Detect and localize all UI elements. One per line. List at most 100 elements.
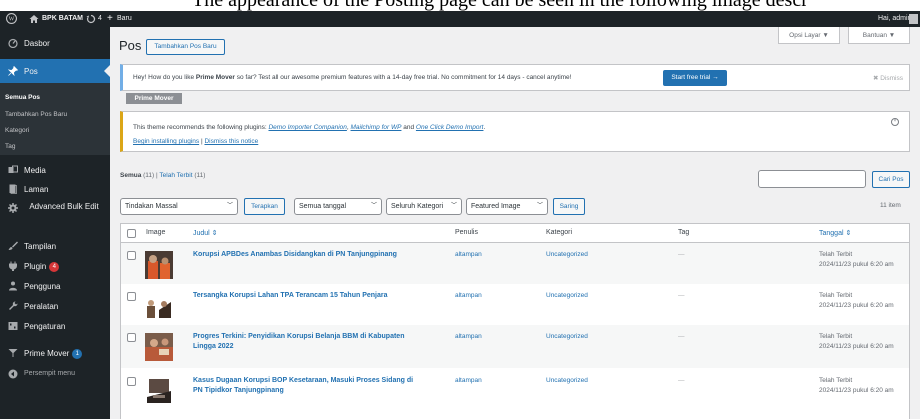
submenu-tags[interactable]: Tag: [0, 143, 110, 150]
post-title-link[interactable]: Progres Terkini: Penyidikan Korupsi Bela…: [193, 333, 404, 340]
demo-importer-link[interactable]: Demo Importer Companion: [268, 124, 346, 131]
dashboard-icon: [8, 38, 18, 49]
brush-icon: [8, 241, 18, 251]
post-title-link[interactable]: Korupsi APBDes Anambas Disidangkan di PN…: [193, 251, 397, 258]
plugin-icon: [8, 261, 18, 271]
post-author-link[interactable]: altampan: [455, 333, 482, 340]
date-filter-value: Semua tanggal: [299, 203, 347, 210]
dismiss-button[interactable]: ✖ Dismiss: [873, 74, 903, 82]
notice-text: Hey! How do you like Prime Mover so far?…: [133, 74, 571, 81]
start-trial-button[interactable]: Start free trial →: [663, 70, 727, 86]
post-author-link[interactable]: altampan: [455, 292, 482, 299]
admin-bar: W BPK BATAM 4 + Baru Hai, admin: [0, 11, 920, 27]
row-checkbox[interactable]: [127, 377, 136, 386]
updates-icon[interactable]: [86, 11, 96, 27]
caption-strip: The appearance of the Posting page can b…: [0, 0, 920, 11]
sidebar-item-label: Plugin 4: [24, 262, 60, 272]
select-all-checkbox[interactable]: [127, 229, 136, 238]
page-title: Pos: [119, 38, 142, 53]
sidebar-item-label: Tampilan: [24, 242, 57, 251]
column-date[interactable]: Tanggal ⇕: [819, 229, 851, 237]
sidebar-item-dashboard[interactable]: Dasbor: [0, 31, 110, 55]
post-thumbnail: [145, 377, 173, 405]
chevron-down-icon: ﹀: [370, 203, 377, 209]
plus-icon[interactable]: +: [107, 11, 113, 27]
sidebar-item-label: Pos: [24, 67, 38, 76]
greeting-link[interactable]: Hai, admin: [878, 11, 911, 27]
status-filter: Semua (11) | Telah Terbit (11): [120, 172, 205, 179]
post-author-link[interactable]: altampan: [455, 251, 482, 258]
category-filter-select[interactable]: Seluruh Kategori ﹀: [386, 198, 462, 215]
chevron-down-icon: ﹀: [536, 203, 543, 209]
add-new-post-button[interactable]: Tambahkan Pos Baru: [146, 39, 225, 55]
site-home-icon[interactable]: [29, 11, 39, 27]
sidebar-item-advanced-bulk-edit[interactable]: Advanced Bulk Edit: [0, 196, 110, 226]
one-click-demo-link[interactable]: One Click Demo Import: [416, 124, 484, 131]
post-tags: —: [678, 251, 685, 258]
column-author: Penulis: [455, 229, 478, 236]
caption-text: The appearance of the Posting page can b…: [192, 0, 808, 11]
bulk-action-value: Tindakan Massal: [125, 203, 178, 210]
table-row: Korupsi APBDes Anambas Disidangkan di PN…: [120, 243, 910, 284]
filter-button[interactable]: Saring: [553, 198, 585, 215]
column-title[interactable]: Judul ⇕: [193, 229, 218, 237]
column-tags: Tag: [678, 229, 690, 236]
submenu-all-posts[interactable]: Semua Pos: [0, 94, 110, 101]
apply-button[interactable]: Terapkan: [244, 198, 285, 215]
row-checkbox[interactable]: [127, 292, 136, 301]
begin-installing-link[interactable]: Begin installing plugins: [133, 138, 199, 145]
updates-count[interactable]: 4: [98, 11, 102, 27]
post-title-link[interactable]: Tersangka Korupsi Lahan TPA Terancam 15 …: [193, 292, 388, 299]
close-icon[interactable]: ×: [891, 118, 899, 126]
date-filter-select[interactable]: Semua tanggal ﹀: [294, 198, 382, 215]
post-date: 2024/11/23 pukul 6:20 am: [819, 302, 894, 309]
post-status: Telah Terbit: [819, 333, 853, 340]
collapse-icon: [8, 369, 18, 379]
row-checkbox[interactable]: [127, 333, 136, 342]
avatar[interactable]: [909, 14, 918, 24]
featured-image-select[interactable]: Featured Image ﹀: [466, 198, 548, 215]
filter-published[interactable]: Telah Terbit: [159, 172, 192, 179]
notice-text-post: so far? Test all our awesome premium fea…: [234, 74, 572, 81]
media-icon: [8, 165, 18, 175]
post-date: 2024/11/23 pukul 6:20 am: [819, 261, 894, 268]
help-button[interactable]: Bantuan ▼: [848, 27, 910, 44]
submenu-add-new[interactable]: Tambahkan Pos Baru: [0, 111, 110, 118]
prime-mover-notice: Hey! How do you like Prime Mover so far?…: [120, 64, 910, 91]
post-title-link[interactable]: Kasus Dugaan Korupsi BOP Kesetaraan, Mas…: [193, 377, 413, 384]
post-category-link[interactable]: Uncategorized: [546, 251, 588, 258]
site-name-link[interactable]: BPK BATAM: [42, 11, 83, 27]
post-title-link-line2[interactable]: Lingga 2022: [193, 343, 233, 350]
post-category-link[interactable]: Uncategorized: [546, 333, 588, 340]
submenu-categories[interactable]: Kategori: [0, 127, 110, 134]
sidebar-collapse-menu[interactable]: Persempit menu: [0, 362, 110, 386]
table-header: Image Judul ⇕ Penulis Kategori Tag Tangg…: [120, 223, 910, 243]
notice-text-bold: Prime Mover: [195, 74, 235, 81]
filter-all[interactable]: Semua: [120, 172, 141, 179]
column-categories: Kategori: [546, 229, 573, 236]
screen-options-button[interactable]: Opsi Layar ▼: [778, 27, 840, 44]
post-category-link[interactable]: Uncategorized: [546, 292, 588, 299]
post-status: Telah Terbit: [819, 251, 853, 258]
sidebar-item-settings[interactable]: Pengaturan: [0, 314, 110, 338]
wordpress-logo-icon[interactable]: W: [6, 11, 17, 27]
search-input[interactable]: [758, 170, 866, 188]
post-title-link-line2[interactable]: PN Tipidkor Tanjungpinang: [193, 387, 284, 394]
post-category-link[interactable]: Uncategorized: [546, 377, 588, 384]
post-tags: —: [678, 333, 685, 340]
search-posts-button[interactable]: Cari Pos: [872, 171, 910, 188]
dismiss-notice-link[interactable]: Dismiss this notice: [204, 138, 258, 145]
plugin-recommendation-notice: This theme recommends the following plug…: [120, 111, 910, 152]
post-author-link[interactable]: altampan: [455, 377, 482, 384]
pin-icon: [7, 65, 19, 77]
recommendation-text-post: .: [483, 124, 486, 131]
mailchimp-link[interactable]: Mailchimp for WP: [351, 124, 402, 131]
bulk-action-select[interactable]: Tindakan Massal ﹀: [120, 198, 238, 215]
new-menu-link[interactable]: Baru: [117, 11, 132, 27]
row-checkbox[interactable]: [127, 251, 136, 260]
recommendation-text: This theme recommends the following plug…: [133, 124, 485, 131]
sidebar-item-label: Laman: [24, 185, 49, 194]
prime-mover-label: Prime Mover: [24, 349, 70, 359]
sidebar-item-posts[interactable]: Pos: [0, 59, 110, 83]
table-row: Tersangka Korupsi Lahan TPA Terancam 15 …: [120, 284, 910, 325]
